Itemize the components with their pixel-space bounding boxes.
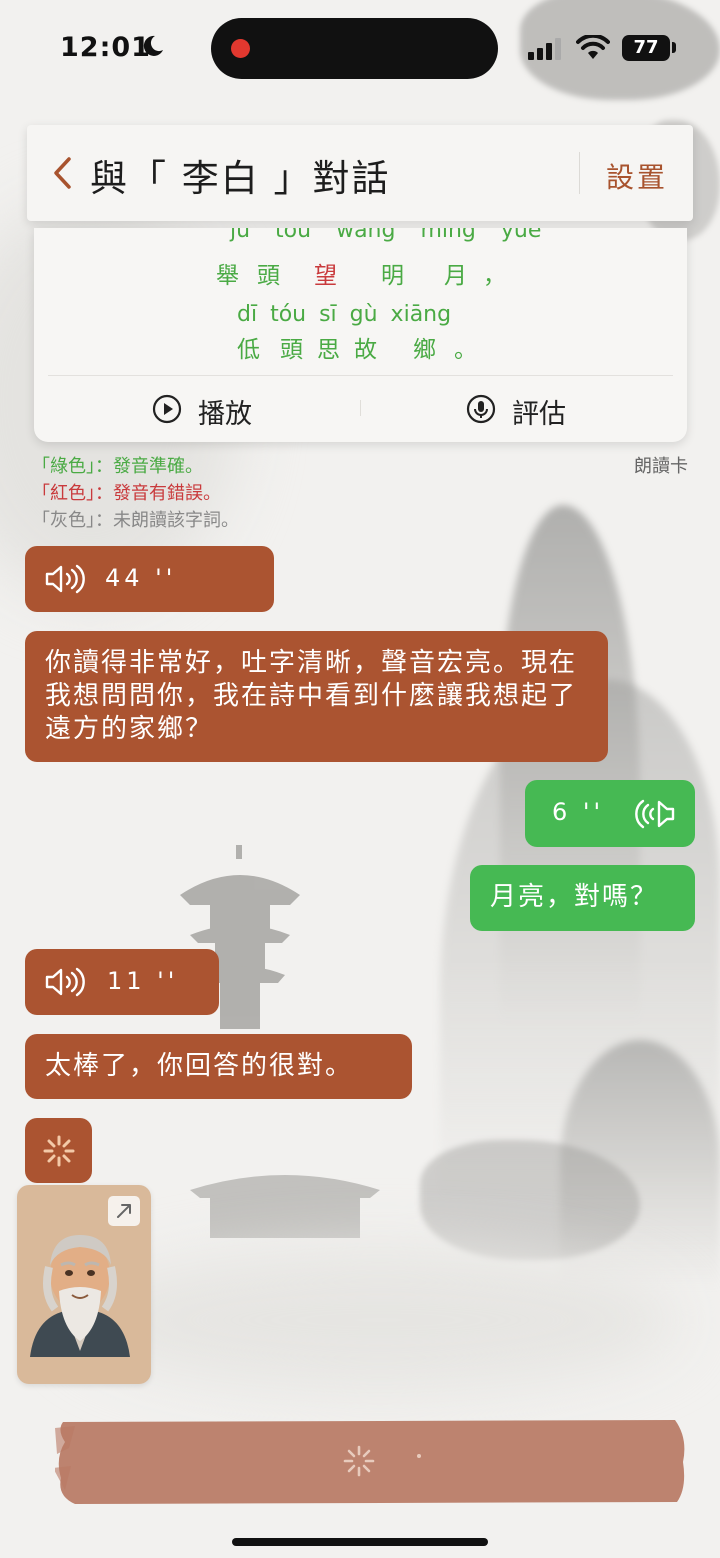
poem-char: 低 <box>237 337 260 363</box>
ai-message: 太棒了，你回答的很對。 <box>25 1034 412 1099</box>
poem-char: 月 <box>444 263 467 289</box>
evaluate-label: 評估 <box>512 399 566 430</box>
status-time: 12:01 <box>60 32 151 63</box>
status-bar: 12:01 77 <box>0 0 720 100</box>
voice-duration: 44 '' <box>105 564 177 592</box>
battery-tip <box>672 42 676 53</box>
li-bai-avatar <box>30 1235 130 1357</box>
expand-button[interactable] <box>108 1196 140 1226</box>
battery-indicator: 77 <box>622 35 670 61</box>
ai-message: 你讀得非常好，吐字清晰，聲音宏亮。現在我想問問你，我在詩中看到什麼讓我想起了遠方… <box>25 631 608 762</box>
user-message: 月亮，對嗎？ <box>470 865 695 931</box>
speaker-icon <box>45 564 85 594</box>
legend-red: 「紅色」：發音有錯誤。 <box>32 483 221 504</box>
voice-duration: 6 '' <box>552 798 605 826</box>
play-circle-icon <box>152 394 182 424</box>
evaluate-button[interactable]: 評估 <box>466 388 606 432</box>
poem-char: 鄉 <box>413 337 436 363</box>
recording-indicator-icon <box>231 39 250 58</box>
card-divider <box>48 375 673 376</box>
back-chevron-icon[interactable] <box>52 156 72 190</box>
poem-char: 。 <box>454 337 477 363</box>
pinyin-line-2: dī tóu sī gù xiāng <box>237 302 452 327</box>
settings-button[interactable]: 設置 <box>606 156 668 196</box>
reading-card: ju tou wang ming yue 舉頭望明月， dī tóu sī gù… <box>34 228 687 442</box>
expand-icon <box>117 1204 131 1218</box>
voice-message-ai[interactable]: 11 '' <box>25 949 219 1015</box>
voice-duration: 11 '' <box>107 967 179 995</box>
poem-char: ， <box>483 263 506 289</box>
play-label: 播放 <box>198 399 252 430</box>
speaker-icon <box>45 967 85 997</box>
poem-char: 舉 <box>216 263 239 289</box>
poem-char: 望 <box>314 263 337 289</box>
poem-char: 頭 <box>280 337 303 363</box>
header-divider <box>579 152 580 194</box>
home-indicator[interactable] <box>232 1538 488 1546</box>
poem-char: 明 <box>381 263 404 289</box>
dynamic-island <box>211 18 498 79</box>
speaker-icon <box>635 799 675 829</box>
pinyin-line-cut: ju tou wang ming yue <box>230 228 542 243</box>
poem-char: 故 <box>354 337 377 363</box>
signal-icon <box>528 38 561 60</box>
voice-input-bar[interactable] <box>55 1418 688 1504</box>
wifi-icon <box>576 35 610 59</box>
voice-message-ai[interactable]: 44 '' <box>25 546 274 612</box>
poem-line-1: 舉頭 望 明 月 ， <box>216 256 506 290</box>
mic-icon <box>466 394 496 424</box>
poem-line-2: 低頭思故 鄉。 <box>237 330 477 364</box>
voice-message-user[interactable]: 6 '' <box>525 780 695 847</box>
legend-green: 「綠色」：發音準確。 <box>32 456 203 477</box>
avatar-card[interactable] <box>17 1185 151 1384</box>
reading-card-tag: 朗讀卡 <box>634 456 688 477</box>
loading-spinner-icon <box>43 1135 75 1167</box>
play-button[interactable]: 播放 <box>152 388 272 432</box>
poem-char: 思 <box>317 337 340 363</box>
legend-gray: 「灰色」：未朗讀該字詞。 <box>32 510 239 531</box>
page-title: 與「 李白 」對話 <box>90 157 391 200</box>
loading-bubble <box>25 1118 92 1183</box>
poem-char: 頭 <box>257 263 280 289</box>
moon-icon <box>143 35 163 56</box>
pavilion-silhouette <box>190 1175 380 1238</box>
card-button-divider <box>360 400 361 416</box>
